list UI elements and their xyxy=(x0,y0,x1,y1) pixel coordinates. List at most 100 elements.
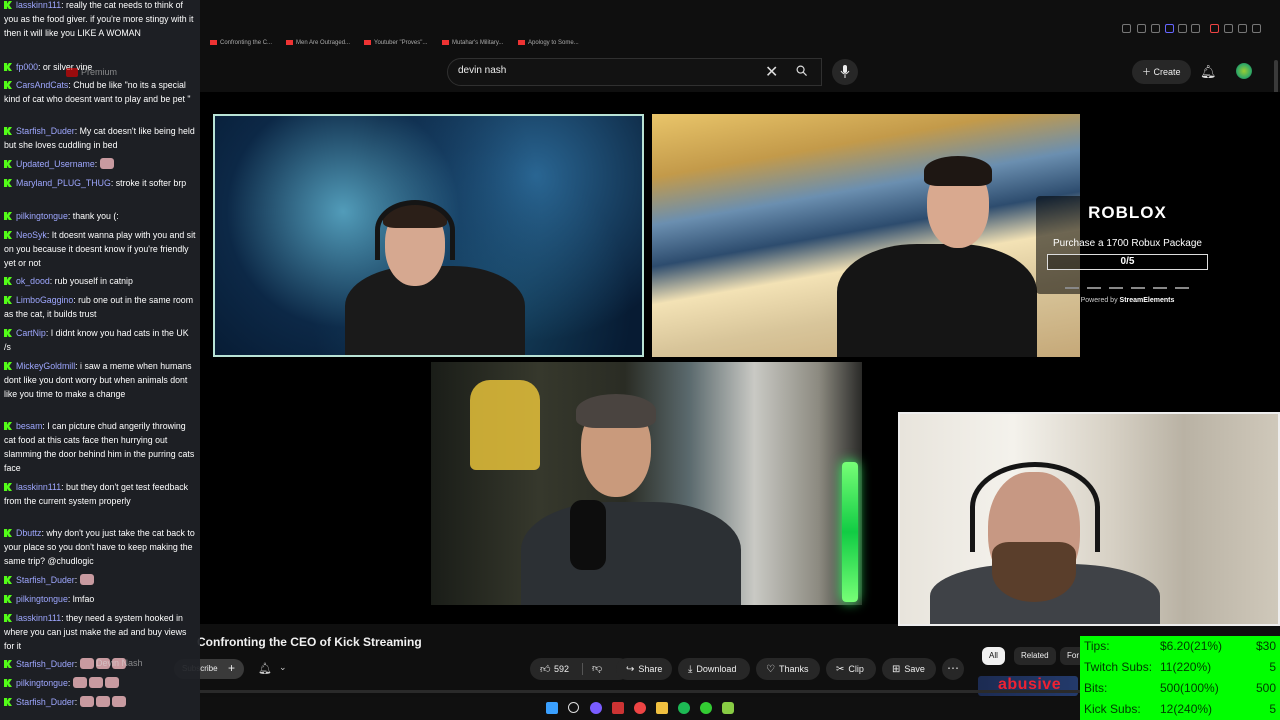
more-options-icon[interactable]: ⋯ xyxy=(942,658,964,680)
kick-badge-icon xyxy=(4,179,12,187)
search-page-icon[interactable] xyxy=(1137,24,1146,33)
voice-search-button[interactable] xyxy=(832,59,858,85)
thumbs-down-icon[interactable]: 👎︎ xyxy=(592,658,602,680)
folder-icon[interactable] xyxy=(656,702,668,714)
copilot-icon[interactable] xyxy=(590,702,602,714)
thanks-button[interactable]: ♡ Thanks xyxy=(756,658,820,680)
streamelements-brand: StreamElements xyxy=(1119,297,1175,304)
download-icon: ⤓ xyxy=(688,664,693,675)
chat-message: ok_dood: rub youself in catnip xyxy=(4,274,196,288)
kick-badge-icon xyxy=(4,529,12,537)
goal-row: Bits: 500(100%) 500 xyxy=(1084,678,1276,699)
clip-button[interactable]: ✂ Clip xyxy=(826,658,876,680)
bookmark-item[interactable]: Men Are Outraged... xyxy=(286,40,350,46)
save-button[interactable]: ⊞ Save xyxy=(882,658,936,680)
menu-icon[interactable] xyxy=(1252,24,1261,33)
chat-username[interactable]: CartNip xyxy=(16,328,46,338)
notifications-icon[interactable]: 🔔︎ xyxy=(1200,64,1217,80)
kick-badge-icon xyxy=(4,595,12,603)
chat-username[interactable]: lasskinn111 xyxy=(16,482,61,492)
thumbs-up-icon[interactable]: 👍︎ xyxy=(540,659,550,681)
youtube-favicon-icon xyxy=(210,40,217,45)
chat-username[interactable]: pilkingtongue xyxy=(16,678,68,688)
chat-username[interactable]: pilkingtongue xyxy=(16,211,68,221)
extensions-puzzle-icon[interactable] xyxy=(1224,24,1233,33)
cat-emote-icon xyxy=(99,158,114,169)
adblock-icon[interactable] xyxy=(1210,24,1219,33)
share-icon: ↪ xyxy=(626,664,635,675)
goal-target: $30 xyxy=(1255,639,1276,653)
bookmark-item[interactable]: Confronting the C... xyxy=(210,40,272,46)
video-progress-bar[interactable] xyxy=(200,690,1080,693)
avatar[interactable] xyxy=(1236,63,1252,79)
chat-message: Starfish_Duder: xyxy=(4,573,196,587)
chevron-down-icon[interactable]: ⌄ xyxy=(279,662,287,673)
chat-username[interactable]: Starfish_Duder xyxy=(16,575,75,585)
shield-icon[interactable] xyxy=(1165,24,1174,33)
start-menu-icon[interactable] xyxy=(546,702,558,714)
channel-name[interactable]: Devin Nash xyxy=(96,658,143,668)
play-icon[interactable] xyxy=(1178,24,1187,33)
chat-username[interactable]: ok_dood xyxy=(16,276,50,286)
bookmark-item[interactable]: Mutahar's Military... xyxy=(442,40,503,46)
chat-username[interactable]: Starfish_Duder xyxy=(16,697,75,707)
bookmark-item[interactable]: Youtuber "Proves"... xyxy=(364,40,427,46)
share-button[interactable]: ↪ Share xyxy=(616,658,672,680)
roblox-logo: ROBLOX xyxy=(1088,203,1167,222)
chat-text: rub youself in catnip xyxy=(54,276,133,286)
separator: : xyxy=(94,159,100,169)
create-button[interactable]: ＋ Create xyxy=(1132,60,1191,84)
subscription-goals-overlay: Tips: $6.20(21%) $30 Twitch Subs: 11(220%) 5 B… xyxy=(1080,636,1280,720)
kick-badge-icon xyxy=(4,362,12,370)
kick-badge-icon xyxy=(4,160,12,168)
chat-username[interactable]: Maryland_PLUG_THUG xyxy=(16,178,111,188)
profile-icon[interactable] xyxy=(1238,24,1247,33)
like-count[interactable]: 592 xyxy=(554,658,569,680)
chat-username[interactable]: fp000 xyxy=(16,62,38,72)
download-button[interactable]: ⤓ Download xyxy=(678,658,750,680)
pin-icon[interactable] xyxy=(1191,24,1200,33)
plus-icon: + xyxy=(228,661,236,675)
chat-username[interactable]: lasskinn111 xyxy=(16,0,61,10)
emote-icon xyxy=(88,677,103,688)
search-icon[interactable] xyxy=(568,702,579,713)
extension-icon[interactable] xyxy=(1151,24,1160,33)
chip-all[interactable]: All xyxy=(982,647,1005,665)
close-icon[interactable]: ✕ xyxy=(765,62,778,82)
app-icon[interactable] xyxy=(722,702,734,714)
zoom-icon[interactable] xyxy=(1122,24,1131,33)
browser-icon[interactable] xyxy=(634,702,646,714)
youtube-favicon-icon xyxy=(442,40,449,45)
webcam-feed-space-background xyxy=(213,114,644,357)
chip-related[interactable]: Related xyxy=(1014,647,1056,665)
chat-username[interactable]: Updated_Username xyxy=(16,159,95,169)
chat-username[interactable]: Starfish_Duder xyxy=(16,126,75,136)
app-icon[interactable] xyxy=(612,702,624,714)
bookmark-item[interactable]: Apology to Some... xyxy=(518,40,579,46)
browser-toolbar xyxy=(200,0,1280,56)
emote-icon xyxy=(95,696,110,707)
separator: : xyxy=(74,697,80,707)
chat-message: besam: I can picture chud angerily throw… xyxy=(4,419,196,475)
youtube-favicon-icon xyxy=(286,40,293,45)
video-title: Confronting the CEO of Kick Streaming xyxy=(197,635,422,649)
search-icon[interactable] xyxy=(796,65,807,76)
chat-message: NeoSyk: It doesnt wanna play with you an… xyxy=(4,228,196,270)
chat-username[interactable]: NeoSyk xyxy=(16,230,47,240)
chat-username[interactable]: lasskinn111 xyxy=(16,613,61,623)
kick-badge-icon xyxy=(4,422,12,430)
chat-username[interactable]: pilkingtongue xyxy=(16,594,68,604)
chat-username[interactable]: CarsAndCats xyxy=(16,80,68,90)
chat-username[interactable]: Starfish_Duder xyxy=(16,659,75,669)
divider xyxy=(582,663,583,675)
spotify-icon[interactable] xyxy=(678,702,690,714)
chat-username[interactable]: besam xyxy=(16,421,42,431)
chat-username[interactable]: MickeyGoldmill xyxy=(16,361,75,371)
goal-target: 5 xyxy=(1269,702,1276,716)
xbox-icon[interactable] xyxy=(700,702,712,714)
chat-username[interactable]: Dbuttz xyxy=(16,528,41,538)
powered-by-label: Powered by StreamElements xyxy=(1080,297,1175,304)
bell-icon[interactable]: 🔔︎ xyxy=(258,662,272,675)
chat-username[interactable]: LimboGaggino xyxy=(16,295,73,305)
youtube-logo[interactable]: Premium xyxy=(66,67,117,78)
